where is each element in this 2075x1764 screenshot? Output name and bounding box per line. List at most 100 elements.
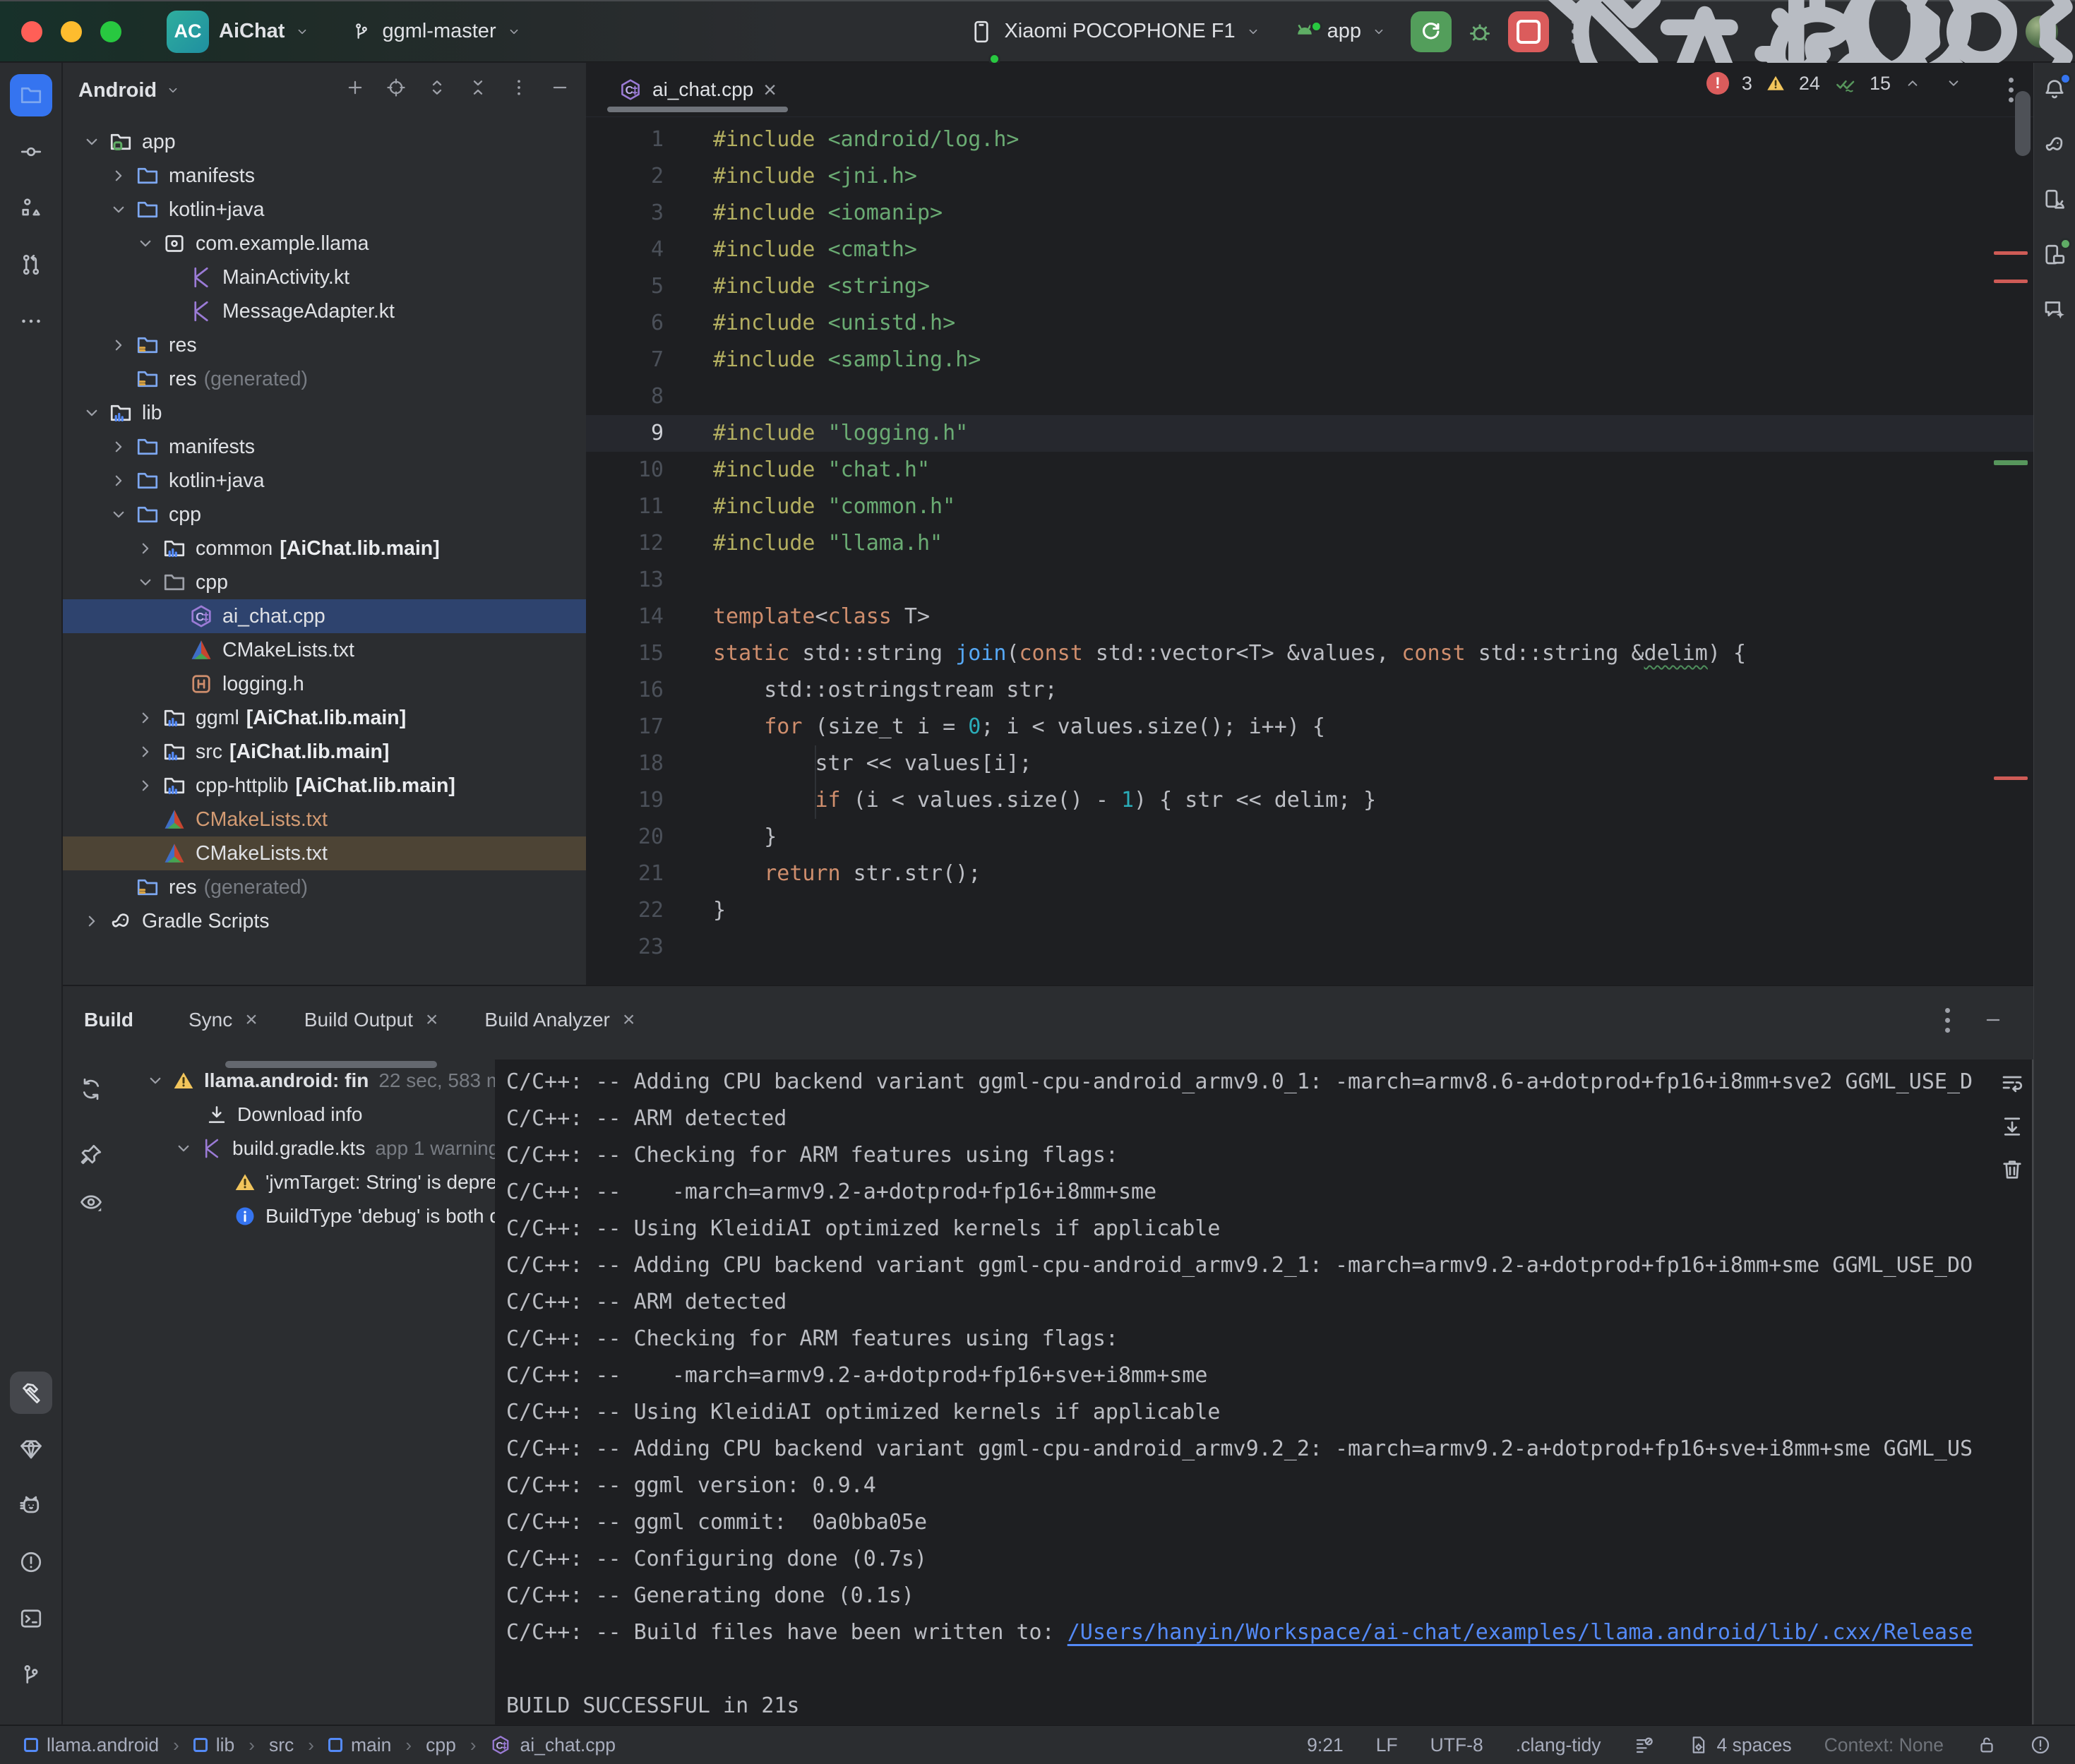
status-caret-position[interactable]: 9:21 bbox=[1307, 1734, 1344, 1756]
run-button[interactable] bbox=[1411, 11, 1452, 52]
console-file-link[interactable]: /Users/hanyin/Workspace/ai-chat/examples… bbox=[1068, 1620, 1973, 1645]
status-file-lock[interactable] bbox=[1976, 1734, 1997, 1756]
tool-window-button-terminal[interactable] bbox=[10, 1597, 52, 1640]
tree-item-kotlin-java[interactable]: kotlin+java bbox=[63, 464, 586, 498]
tree-item-res[interactable]: res(generated) bbox=[63, 362, 586, 396]
project-widget[interactable]: AC AiChat bbox=[167, 11, 310, 53]
tree-item-app[interactable]: app bbox=[63, 125, 586, 159]
tree-item-ggml[interactable]: ggml[AiChat.lib.main] bbox=[63, 701, 586, 735]
error-stripe-mark[interactable] bbox=[1994, 776, 2028, 780]
tool-window-button-project[interactable] bbox=[10, 74, 52, 116]
tree-item-res[interactable]: res(generated) bbox=[63, 870, 586, 904]
project-view-selector[interactable]: Android bbox=[78, 79, 157, 102]
status-ai-context[interactable]: Context: None bbox=[1824, 1734, 1944, 1756]
change-stripe-mark[interactable] bbox=[1994, 460, 2028, 465]
tree-item-manifests[interactable]: manifests bbox=[63, 159, 586, 193]
build-tree-item[interactable]: BuildType 'debug' is both de bbox=[122, 1199, 495, 1233]
breadcrumb-cpp[interactable]: cpp bbox=[426, 1734, 456, 1756]
build-panel-title[interactable]: Build bbox=[84, 1009, 133, 1031]
soft-wrap-button[interactable] bbox=[1999, 1071, 2025, 1100]
tool-window-button-problems[interactable] bbox=[10, 1541, 52, 1583]
build-tree-item[interactable]: 'jvmTarget: String' is deprec bbox=[122, 1165, 495, 1199]
tree-item-com-example-llama[interactable]: com.example.llama bbox=[63, 227, 586, 260]
tree-item-manifests[interactable]: manifests bbox=[63, 430, 586, 464]
tree-item-lib[interactable]: lib bbox=[63, 396, 586, 430]
close-button[interactable] bbox=[21, 21, 42, 42]
re-sync-button[interactable] bbox=[78, 1076, 104, 1105]
status-inspections-status[interactable] bbox=[2030, 1734, 2051, 1756]
hide-panel-button[interactable] bbox=[549, 77, 570, 104]
close-tab-icon[interactable]: × bbox=[623, 1008, 635, 1032]
tool-window-button-pull-requests[interactable] bbox=[10, 244, 52, 286]
tree-item-res[interactable]: res bbox=[63, 328, 586, 362]
tool-window-button-running-devices[interactable] bbox=[2036, 236, 2073, 273]
tree-item-ai-chat-cpp[interactable]: Cai_chat.cpp bbox=[63, 599, 586, 633]
tool-window-button-structure[interactable] bbox=[10, 187, 52, 229]
breadcrumb-llama-android[interactable]: llama.android bbox=[24, 1734, 159, 1756]
debug-button[interactable] bbox=[1463, 15, 1497, 49]
tree-item-kotlin-java[interactable]: kotlin+java bbox=[63, 193, 586, 227]
tool-window-button-version-control[interactable] bbox=[10, 1654, 52, 1696]
close-tab-icon[interactable]: × bbox=[426, 1008, 438, 1032]
prev-problem-icon[interactable] bbox=[1903, 74, 1922, 92]
add-button[interactable] bbox=[345, 77, 366, 104]
console-scrollbar[interactable] bbox=[2032, 1060, 2033, 1724]
build-options-button[interactable] bbox=[1945, 1008, 1950, 1033]
breadcrumb-main[interactable]: main bbox=[328, 1734, 391, 1756]
build-tree-item[interactable]: llama.android: fin22 sec, 583 ms bbox=[122, 1064, 495, 1098]
tool-window-button-commit[interactable] bbox=[10, 131, 52, 173]
status-clang-tidy[interactable]: .clang-tidy bbox=[1516, 1734, 1601, 1756]
tree-item-cmakelists-txt[interactable]: CMakeLists.txt bbox=[63, 836, 586, 870]
tree-item-src[interactable]: src[AiChat.lib.main] bbox=[63, 735, 586, 769]
expand-all-button[interactable] bbox=[426, 77, 448, 104]
hide-build-panel-icon[interactable] bbox=[1983, 1009, 2004, 1031]
code-area[interactable]: 1#include <android/log.h>2#include <jni.… bbox=[586, 117, 2033, 985]
tool-window-button-device-manager[interactable] bbox=[2036, 181, 2073, 218]
tree-item-cmakelists-txt[interactable]: CMakeLists.txt bbox=[63, 633, 586, 667]
build-tab-build-analyzer[interactable]: Build Analyzer× bbox=[484, 1008, 635, 1032]
status-indent[interactable]: 4 spaces bbox=[1687, 1734, 1792, 1756]
pin-tab-button[interactable] bbox=[78, 1142, 104, 1171]
error-stripe-mark[interactable] bbox=[1994, 280, 2028, 283]
vcs-widget[interactable]: ggml-master bbox=[351, 20, 521, 43]
minimize-button[interactable] bbox=[61, 21, 82, 42]
error-stripe-mark[interactable] bbox=[1994, 251, 2028, 255]
status-code-style[interactable] bbox=[1634, 1734, 1655, 1756]
tree-item-messageadapter-kt[interactable]: MessageAdapter.kt bbox=[63, 294, 586, 328]
tool-window-button-gradle[interactable] bbox=[2036, 126, 2073, 163]
close-tab-icon[interactable]: × bbox=[245, 1008, 258, 1032]
breadcrumb-lib[interactable]: lib bbox=[193, 1734, 235, 1756]
locate-opened-file-button[interactable] bbox=[385, 77, 407, 104]
inspections-widget[interactable]: ! 3 24 15 bbox=[1706, 71, 1963, 95]
tool-window-button-notifications[interactable] bbox=[2036, 71, 2073, 108]
tool-window-button-logcat[interactable] bbox=[10, 1484, 52, 1527]
editor-tab[interactable]: C ai_chat.cpp × bbox=[604, 63, 791, 116]
close-tab-icon[interactable]: × bbox=[763, 78, 777, 101]
settings-button[interactable] bbox=[1966, 16, 1997, 47]
tree-item-cmakelists-txt[interactable]: CMakeLists.txt bbox=[63, 803, 586, 836]
build-tree-item[interactable]: Download info bbox=[122, 1098, 495, 1132]
tree-item-logging-h[interactable]: logging.h bbox=[63, 667, 586, 701]
editor-scrollbar[interactable] bbox=[2015, 91, 2031, 156]
device-selector[interactable]: Xiaomi POCOPHONE F1 bbox=[969, 19, 1260, 44]
tree-item-common[interactable]: common[AiChat.lib.main] bbox=[63, 532, 586, 565]
collapse-all-button[interactable] bbox=[467, 77, 489, 104]
tree-item-mainactivity-kt[interactable]: MainActivity.kt bbox=[63, 260, 586, 294]
tree-item-gradle-scripts[interactable]: Gradle Scripts bbox=[63, 904, 586, 938]
view-options-button[interactable] bbox=[78, 1189, 104, 1218]
build-tab-build-output[interactable]: Build Output× bbox=[304, 1008, 438, 1032]
next-problem-icon[interactable] bbox=[1944, 74, 1963, 92]
clear-all-button[interactable] bbox=[1999, 1157, 2025, 1186]
status-encoding[interactable]: UTF-8 bbox=[1430, 1734, 1483, 1756]
build-tab-sync[interactable]: Sync× bbox=[189, 1008, 258, 1032]
build-console[interactable]: C/C++: -- Using KleidiAI optimized kerne… bbox=[495, 1060, 2033, 1724]
tree-item-cpp-httplib[interactable]: cpp-httplib[AiChat.lib.main] bbox=[63, 769, 586, 803]
tool-window-button-more-tool-windows[interactable] bbox=[10, 300, 52, 342]
scroll-to-end-button[interactable] bbox=[1999, 1114, 2025, 1143]
options-menu-button[interactable] bbox=[508, 77, 530, 104]
breadcrumb-src[interactable]: src bbox=[269, 1734, 294, 1756]
status-line-separator[interactable]: LF bbox=[1376, 1734, 1398, 1756]
zoom-button[interactable] bbox=[100, 21, 121, 42]
tool-window-button-gemini[interactable] bbox=[2036, 292, 2073, 328]
run-configuration[interactable]: app bbox=[1292, 19, 1387, 44]
